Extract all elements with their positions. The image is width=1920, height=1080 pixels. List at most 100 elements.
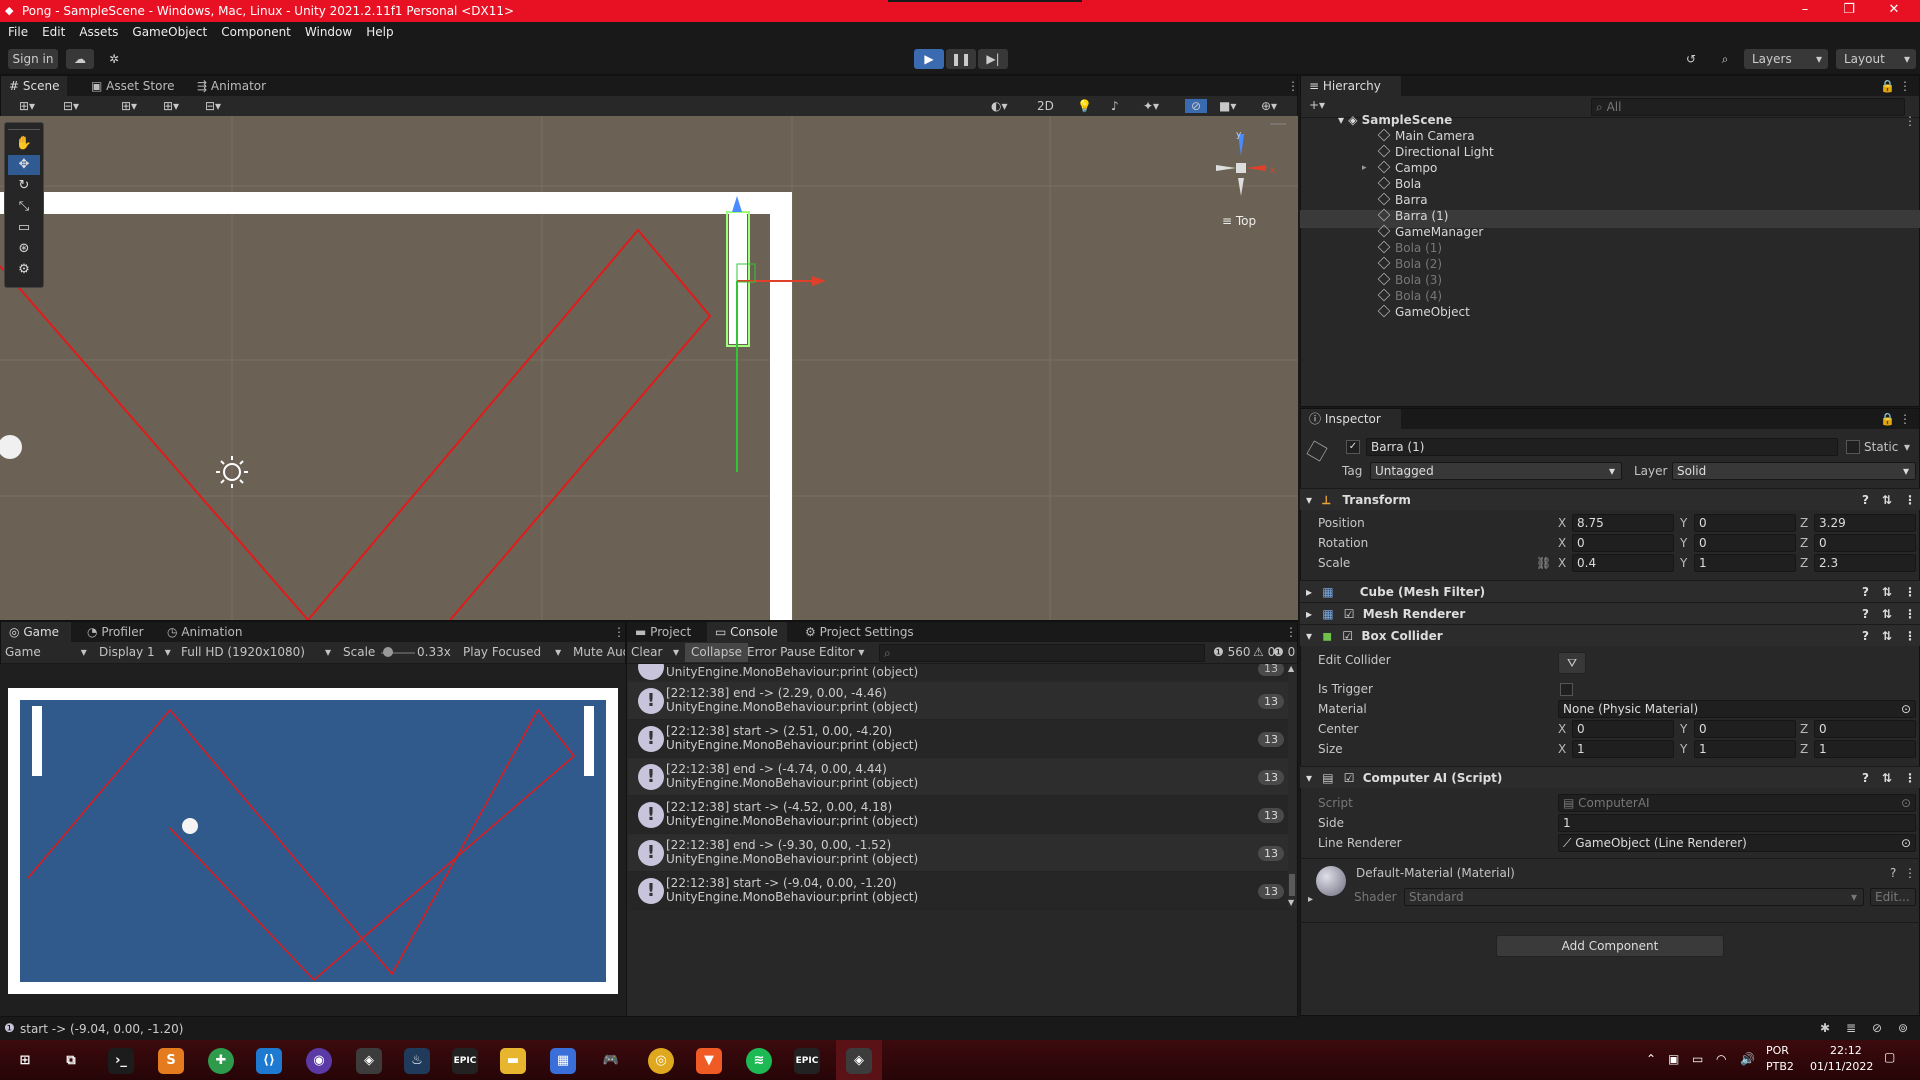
orientation-gizmo[interactable]	[1216, 123, 1286, 196]
lock-icon[interactable]: 🔒	[1880, 412, 1895, 426]
console-scroll-thumb[interactable]	[1289, 874, 1295, 896]
spotify-icon[interactable]: ≋	[746, 1048, 772, 1074]
transform-header[interactable]: ▾ ⟂ Transform ? ⇅ ⋮	[1300, 488, 1920, 510]
line-renderer-field[interactable]: ⟋ GameObject (Line Renderer) ⊙	[1558, 834, 1916, 852]
scene-viewport[interactable]: x y ≡ Top	[0, 116, 1298, 620]
tab-animator[interactable]: ⇶ Animator	[189, 76, 279, 96]
minimize-button[interactable]: –	[1791, 2, 1819, 20]
menu-window[interactable]: Window	[297, 22, 358, 39]
add-component-button[interactable]: Add Component	[1496, 935, 1724, 957]
info-filter-toggle[interactable]: ❶ 560	[1213, 645, 1251, 659]
scale-x-axis-label[interactable]: X	[1558, 556, 1566, 570]
custom-tool-icon[interactable]: ⚙	[8, 260, 40, 280]
position-x-axis-label[interactable]: X	[1558, 516, 1566, 530]
help-icon[interactable]: ?	[1862, 767, 1869, 789]
language-secondary[interactable]: PTB2	[1766, 1060, 1794, 1073]
component-menu-icon[interactable]: ⋮	[1904, 489, 1916, 511]
size-x-axis-label[interactable]: X	[1558, 742, 1566, 756]
preset-icon[interactable]: ⇅	[1882, 767, 1892, 789]
notifications-icon[interactable]: ▢	[1884, 1050, 1895, 1064]
tab-hierarchy[interactable]: ≡ Hierarchy	[1301, 76, 1401, 96]
help-icon[interactable]: ?	[1862, 625, 1869, 647]
layer-dropdown[interactable]: Solid ▾	[1672, 462, 1916, 480]
rect-tool-icon[interactable]: ▭	[8, 218, 40, 238]
hierarchy-item[interactable]: Directional Light	[1377, 144, 1494, 160]
console-search-input[interactable]: ⌕	[879, 644, 1205, 662]
editor-dropdown[interactable]: Editor ▾	[819, 645, 864, 659]
hierarchy-item[interactable]: GameObject	[1377, 304, 1470, 320]
component-menu-icon[interactable]: ⋮	[1904, 866, 1916, 880]
clock-time[interactable]: 22:12	[1830, 1044, 1862, 1057]
position-z-input[interactable]: 3.29	[1814, 514, 1916, 532]
component-menu-icon[interactable]: ⋮	[1904, 767, 1916, 789]
network-device-icon[interactable]: ▣	[1668, 1052, 1679, 1066]
log-entry[interactable]: ! [22:12:38] end -> (-9.30, 0.00, -1.52) U…	[628, 834, 1290, 872]
chevron-down-icon[interactable]: ▾	[673, 645, 679, 659]
hierarchy-item[interactable]: Bola (2)	[1377, 256, 1442, 272]
progress-icon[interactable]: ≣	[1846, 1021, 1856, 1035]
mute-audio-toggle[interactable]: Mute Audio	[573, 645, 625, 659]
error-filter-toggle[interactable]: ❶ 0	[1273, 645, 1295, 659]
component-menu-icon[interactable]: ⋮	[1904, 581, 1916, 603]
tab-animation[interactable]: ◷ Animation	[159, 622, 253, 642]
hierarchy-scene-root[interactable]: ▾ ◈ SampleScene	[1338, 112, 1452, 128]
controller-icon[interactable]: 🎮	[598, 1048, 624, 1074]
language-primary[interactable]: POR	[1766, 1044, 1789, 1057]
move-tool-icon[interactable]: ✥	[8, 155, 40, 175]
panel-menu-icon[interactable]: ⋮	[1277, 622, 1297, 642]
menu-gameobject[interactable]: GameObject	[124, 22, 213, 39]
grid-visibility-icon[interactable]: ⊞▾	[163, 99, 179, 113]
menu-file[interactable]: File	[0, 22, 34, 39]
view-orientation-label[interactable]: ≡ Top	[1222, 214, 1256, 228]
transform-tool-icon[interactable]: ⊛	[8, 239, 40, 259]
scroll-up-icon[interactable]: ▲	[1288, 664, 1294, 673]
increment-snap-icon[interactable]: ⊟▾	[205, 99, 221, 113]
component-menu-icon[interactable]: ⋮	[1904, 603, 1916, 625]
scale-z-input[interactable]: 2.3	[1814, 554, 1916, 572]
size-z-input[interactable]: 1	[1814, 740, 1916, 758]
tab-console[interactable]: ▭ Console	[707, 622, 787, 642]
game-view-dropdown[interactable]: Game ▾	[5, 645, 87, 659]
toggle-2d-button[interactable]: 2D	[1037, 99, 1054, 113]
wifi-icon[interactable]: ◠	[1716, 1052, 1726, 1066]
display-dropdown[interactable]: Display 1 ▾	[99, 645, 171, 659]
store-icon[interactable]: ▦	[550, 1048, 576, 1074]
preset-icon[interactable]: ⇅	[1882, 625, 1892, 647]
rotation-z-axis-label[interactable]: Z	[1800, 536, 1808, 550]
lighting-icon[interactable]: 💡	[1077, 99, 1092, 113]
hierarchy-item[interactable]: Bola (3)	[1377, 272, 1442, 288]
physic-material-field[interactable]: None (Physic Material) ⊙	[1558, 700, 1916, 718]
center-x-input[interactable]: 0	[1572, 720, 1674, 738]
help-icon[interactable]: ?	[1862, 489, 1869, 511]
object-picker-icon[interactable]: ⊙	[1901, 701, 1915, 717]
hierarchy-item[interactable]: Main Camera	[1377, 128, 1475, 144]
log-entry[interactable]: ! [22:12:38] end -> (-4.74, 0.00, 4.44) Un…	[628, 758, 1290, 796]
size-z-axis-label[interactable]: Z	[1800, 742, 1808, 756]
expand-arrow-icon[interactable]: ▸	[1308, 894, 1313, 905]
static-checkbox[interactable]	[1846, 440, 1860, 454]
right-wall[interactable]	[770, 192, 792, 620]
size-x-input[interactable]: 1	[1572, 740, 1674, 758]
hierarchy-item[interactable]: GameManager	[1377, 224, 1483, 240]
rotation-x-axis-label[interactable]: X	[1558, 536, 1566, 550]
object-name-field[interactable]: Barra (1)	[1366, 438, 1838, 456]
bug-icon[interactable]: ✱	[1820, 1021, 1830, 1035]
tab-inspector[interactable]: ⓘ Inspector	[1301, 409, 1401, 429]
grid-snap-icon[interactable]: ⊞▾	[121, 99, 137, 113]
log-entry[interactable]: ! [22:12:38] start -> (2.51, 0.00, -4.20)…	[628, 720, 1290, 758]
object-picker-icon[interactable]: ⊙	[1901, 835, 1915, 851]
brave-icon[interactable]: ▼	[696, 1048, 722, 1074]
step-button[interactable]: ▶|	[978, 49, 1008, 69]
side-input[interactable]: 1	[1558, 814, 1916, 832]
sublime-icon[interactable]: S	[158, 1048, 184, 1074]
ball-sphere[interactable]	[0, 435, 22, 459]
center-z-axis-label[interactable]: Z	[1800, 722, 1808, 736]
volume-icon[interactable]: 🔊	[1740, 1052, 1755, 1066]
tab-scene[interactable]: # Scene	[1, 76, 67, 96]
draw-mode-icon[interactable]: ⊞▾	[19, 99, 35, 113]
help-icon[interactable]: ?	[1862, 603, 1869, 625]
log-entry[interactable]: ! [22:12:38] start -> (-9.04, 0.00, -1.20…	[628, 872, 1290, 910]
chrome-icon[interactable]: ◎	[648, 1048, 674, 1074]
terminal-icon[interactable]: ›_	[108, 1048, 134, 1074]
help-icon[interactable]: ?	[1862, 581, 1869, 603]
